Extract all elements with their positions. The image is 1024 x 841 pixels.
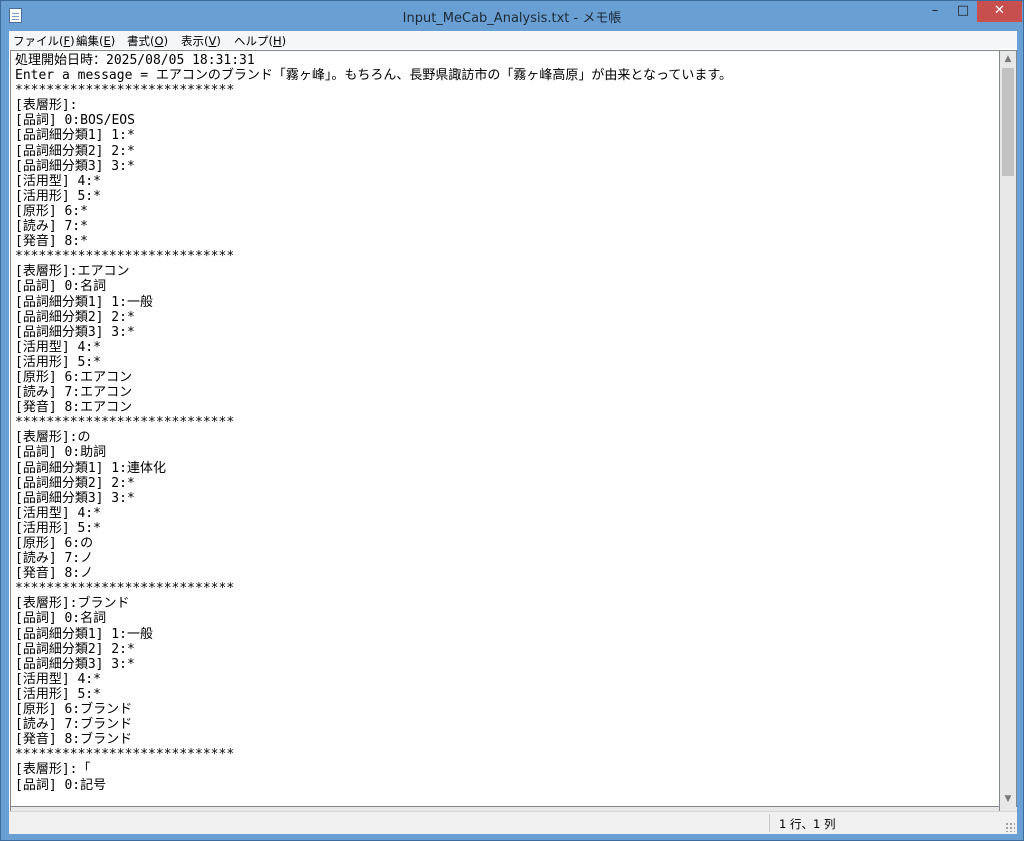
text-line: [発音] 8:エアコン [15, 400, 133, 416]
menu-help[interactable]: ヘルプ(H) [234, 33, 286, 49]
text-line: **************************** [15, 415, 235, 431]
text-line: [品詞細分類2] 2:* [15, 143, 135, 159]
text-line: [品詞] 0:名詞 [15, 611, 107, 627]
status-bar: 1 行、1 列 [9, 811, 1017, 834]
text-line: [活用形] 5:* [15, 188, 101, 204]
text-line: [読み] 7:ノ [15, 551, 94, 567]
notepad-window: Input_MeCab_Analysis.txt - メモ帳 – □ ✕ ファイ… [0, 0, 1024, 841]
text-line: [読み] 7:エアコン [15, 385, 133, 401]
text-line: **************************** [15, 581, 235, 597]
text-line: [品詞細分類1] 1:* [15, 128, 135, 144]
maximize-button[interactable]: □ [949, 1, 977, 22]
text-line: **************************** [15, 249, 235, 265]
text-line: [読み] 7:ブランド [15, 717, 133, 733]
menu-format[interactable]: 書式(O) [127, 33, 168, 49]
text-editor[interactable]: 処理開始日時：2025/08/05 18:31:31 Enter a messag… [10, 50, 1000, 807]
scroll-down-arrow-icon[interactable]: ▼ [1000, 791, 1016, 807]
text-line: [表層形]:ブランド [15, 596, 130, 612]
text-line: [品詞細分類3] 3:* [15, 490, 135, 506]
text-line: [原形] 6:* [15, 203, 88, 219]
text-line: [品詞細分類2] 2:* [15, 641, 135, 657]
cursor-position: 1 行、1 列 [779, 817, 836, 831]
title-bar[interactable]: Input_MeCab_Analysis.txt - メモ帳 – □ ✕ [1, 1, 1023, 31]
text-line: [原形] 6:ブランド [15, 702, 133, 718]
scroll-up-arrow-icon[interactable]: ▲ [1000, 51, 1016, 67]
text-line: [活用型] 4:* [15, 671, 101, 687]
text-line: [発音] 8:* [15, 234, 88, 250]
text-line: [活用型] 4:* [15, 505, 101, 521]
text-line: [品詞] 0:名詞 [15, 279, 107, 295]
text-line: [品詞] 0:BOS/EOS [15, 113, 135, 129]
text-line: [原形] 6:の [15, 536, 94, 551]
menu-view[interactable]: 表示(V) [181, 33, 221, 49]
text-line: [品詞細分類3] 3:* [15, 158, 135, 174]
text-line: [品詞細分類1] 1:一般 [15, 626, 153, 642]
text-line: [品詞] 0:助詞 [15, 445, 107, 461]
menu-edit[interactable]: 編集(E) [76, 33, 115, 49]
text-line: [品詞] 0:記号 [15, 777, 107, 793]
text-line: [表層形]:エアコン [15, 264, 130, 280]
vertical-scrollbar[interactable]: ▲ ▼ [1000, 50, 1017, 807]
text-line: [品詞細分類1] 1:一般 [15, 294, 153, 310]
text-line: [活用型] 4:* [15, 339, 101, 355]
text-line: [品詞細分類3] 3:* [15, 656, 135, 672]
text-line: [活用形] 5:* [15, 354, 101, 370]
menu-file[interactable]: ファイル(F) [13, 33, 75, 49]
text-line: [表層形]:の [15, 430, 91, 446]
text-line: [活用形] 5:* [15, 686, 101, 702]
text-line: [原形] 6:エアコン [15, 369, 133, 385]
window-title: Input_MeCab_Analysis.txt - メモ帳 [402, 11, 622, 26]
text-line: [品詞細分類2] 2:* [15, 309, 135, 325]
text-line: 処理開始日時：2025/08/05 18:31:31 [15, 53, 255, 68]
text-line: [表層形]: [15, 98, 78, 114]
vertical-scroll-thumb[interactable] [1002, 68, 1014, 176]
text-line: **************************** [15, 83, 235, 99]
editor-text[interactable]: 処理開始日時：2025/08/05 18:31:31 Enter a messag… [15, 53, 732, 793]
text-line: Enter a message = エアコンのブランド「霧ヶ峰」。もちろん、長野… [15, 68, 733, 84]
client-area: ファイル(F) 編集(E) 書式(O) 表示(V) ヘルプ(H) 処理開始日時：… [9, 31, 1017, 834]
text-line: [読み] 7:* [15, 219, 88, 235]
text-line: **************************** [15, 747, 235, 763]
text-line: [活用形] 5:* [15, 520, 101, 536]
close-button[interactable]: ✕ [977, 1, 1022, 22]
text-line: [発音] 8:ノ [15, 566, 94, 582]
text-line: [品詞細分類2] 2:* [15, 475, 135, 491]
text-line: [活用型] 4:* [15, 173, 101, 189]
text-line: [表層形]:「 [15, 762, 91, 778]
resize-grip-icon[interactable] [1005, 822, 1015, 832]
text-line: [品詞細分類3] 3:* [15, 324, 135, 340]
status-divider [769, 814, 770, 832]
text-line: [品詞細分類1] 1:連体化 [15, 460, 166, 476]
menu-bar: ファイル(F) 編集(E) 書式(O) 表示(V) ヘルプ(H) [9, 31, 1017, 49]
text-line: [発音] 8:ブランド [15, 732, 133, 748]
minimize-button[interactable]: – [921, 1, 949, 22]
